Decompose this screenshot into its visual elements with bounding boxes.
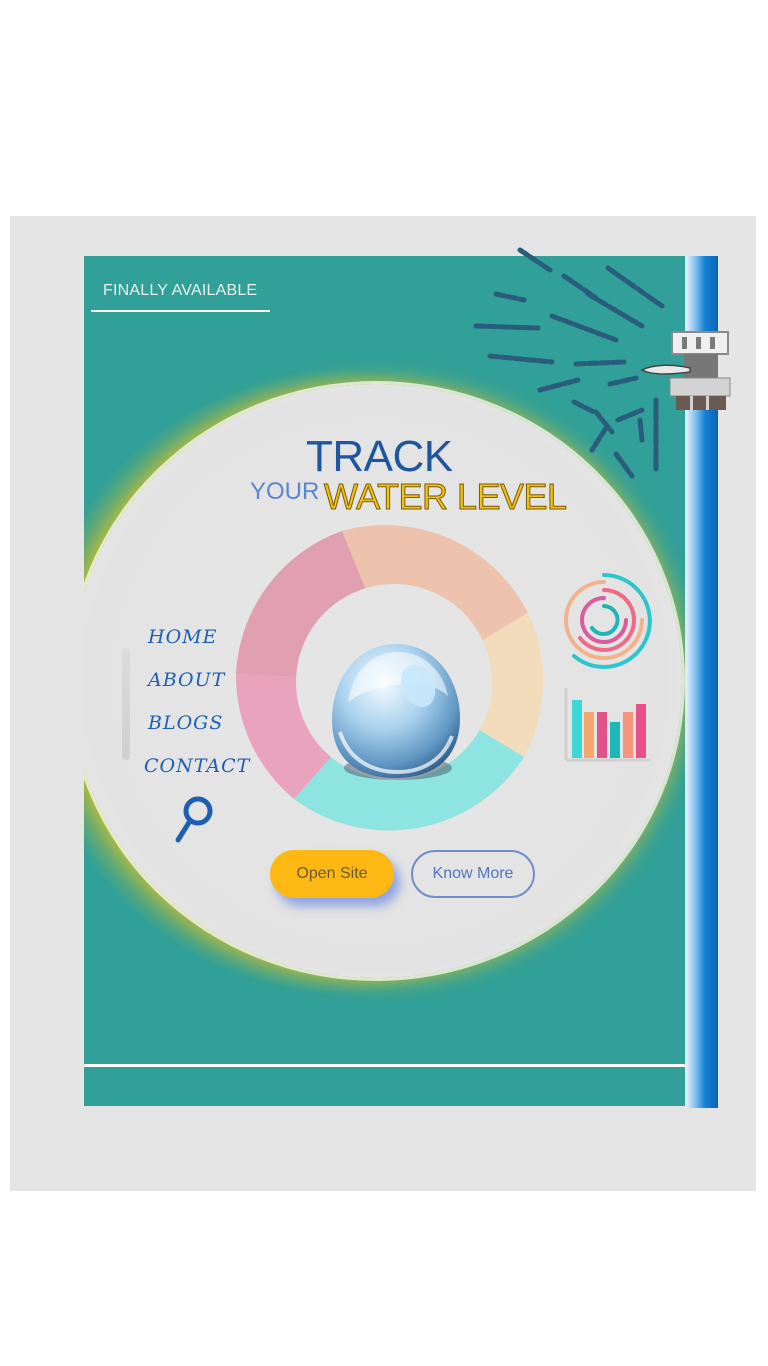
- know-more-button[interactable]: Know More: [411, 850, 535, 898]
- nav-contact[interactable]: CONTACT: [144, 755, 250, 777]
- headline-your: YOUR: [250, 478, 320, 505]
- bottom-divider: [84, 1064, 685, 1067]
- badge-underline: [91, 310, 270, 312]
- water-spray-icon: [473, 247, 665, 479]
- nav-about[interactable]: ABOUT: [148, 669, 225, 691]
- open-site-button[interactable]: Open Site: [270, 850, 394, 898]
- nav-blogs[interactable]: BLOGS: [148, 712, 223, 734]
- nav-scrollbar[interactable]: [122, 648, 130, 760]
- badge-label: FINALLY AVAILABLE: [103, 282, 258, 299]
- search-icon[interactable]: [172, 794, 216, 846]
- water-drop-icon: [332, 644, 460, 780]
- nav-home[interactable]: HOME: [148, 626, 217, 648]
- bar-chart-icon: [564, 688, 650, 762]
- headline-track: TRACK: [306, 432, 453, 481]
- ring-chart-icon: [564, 573, 652, 669]
